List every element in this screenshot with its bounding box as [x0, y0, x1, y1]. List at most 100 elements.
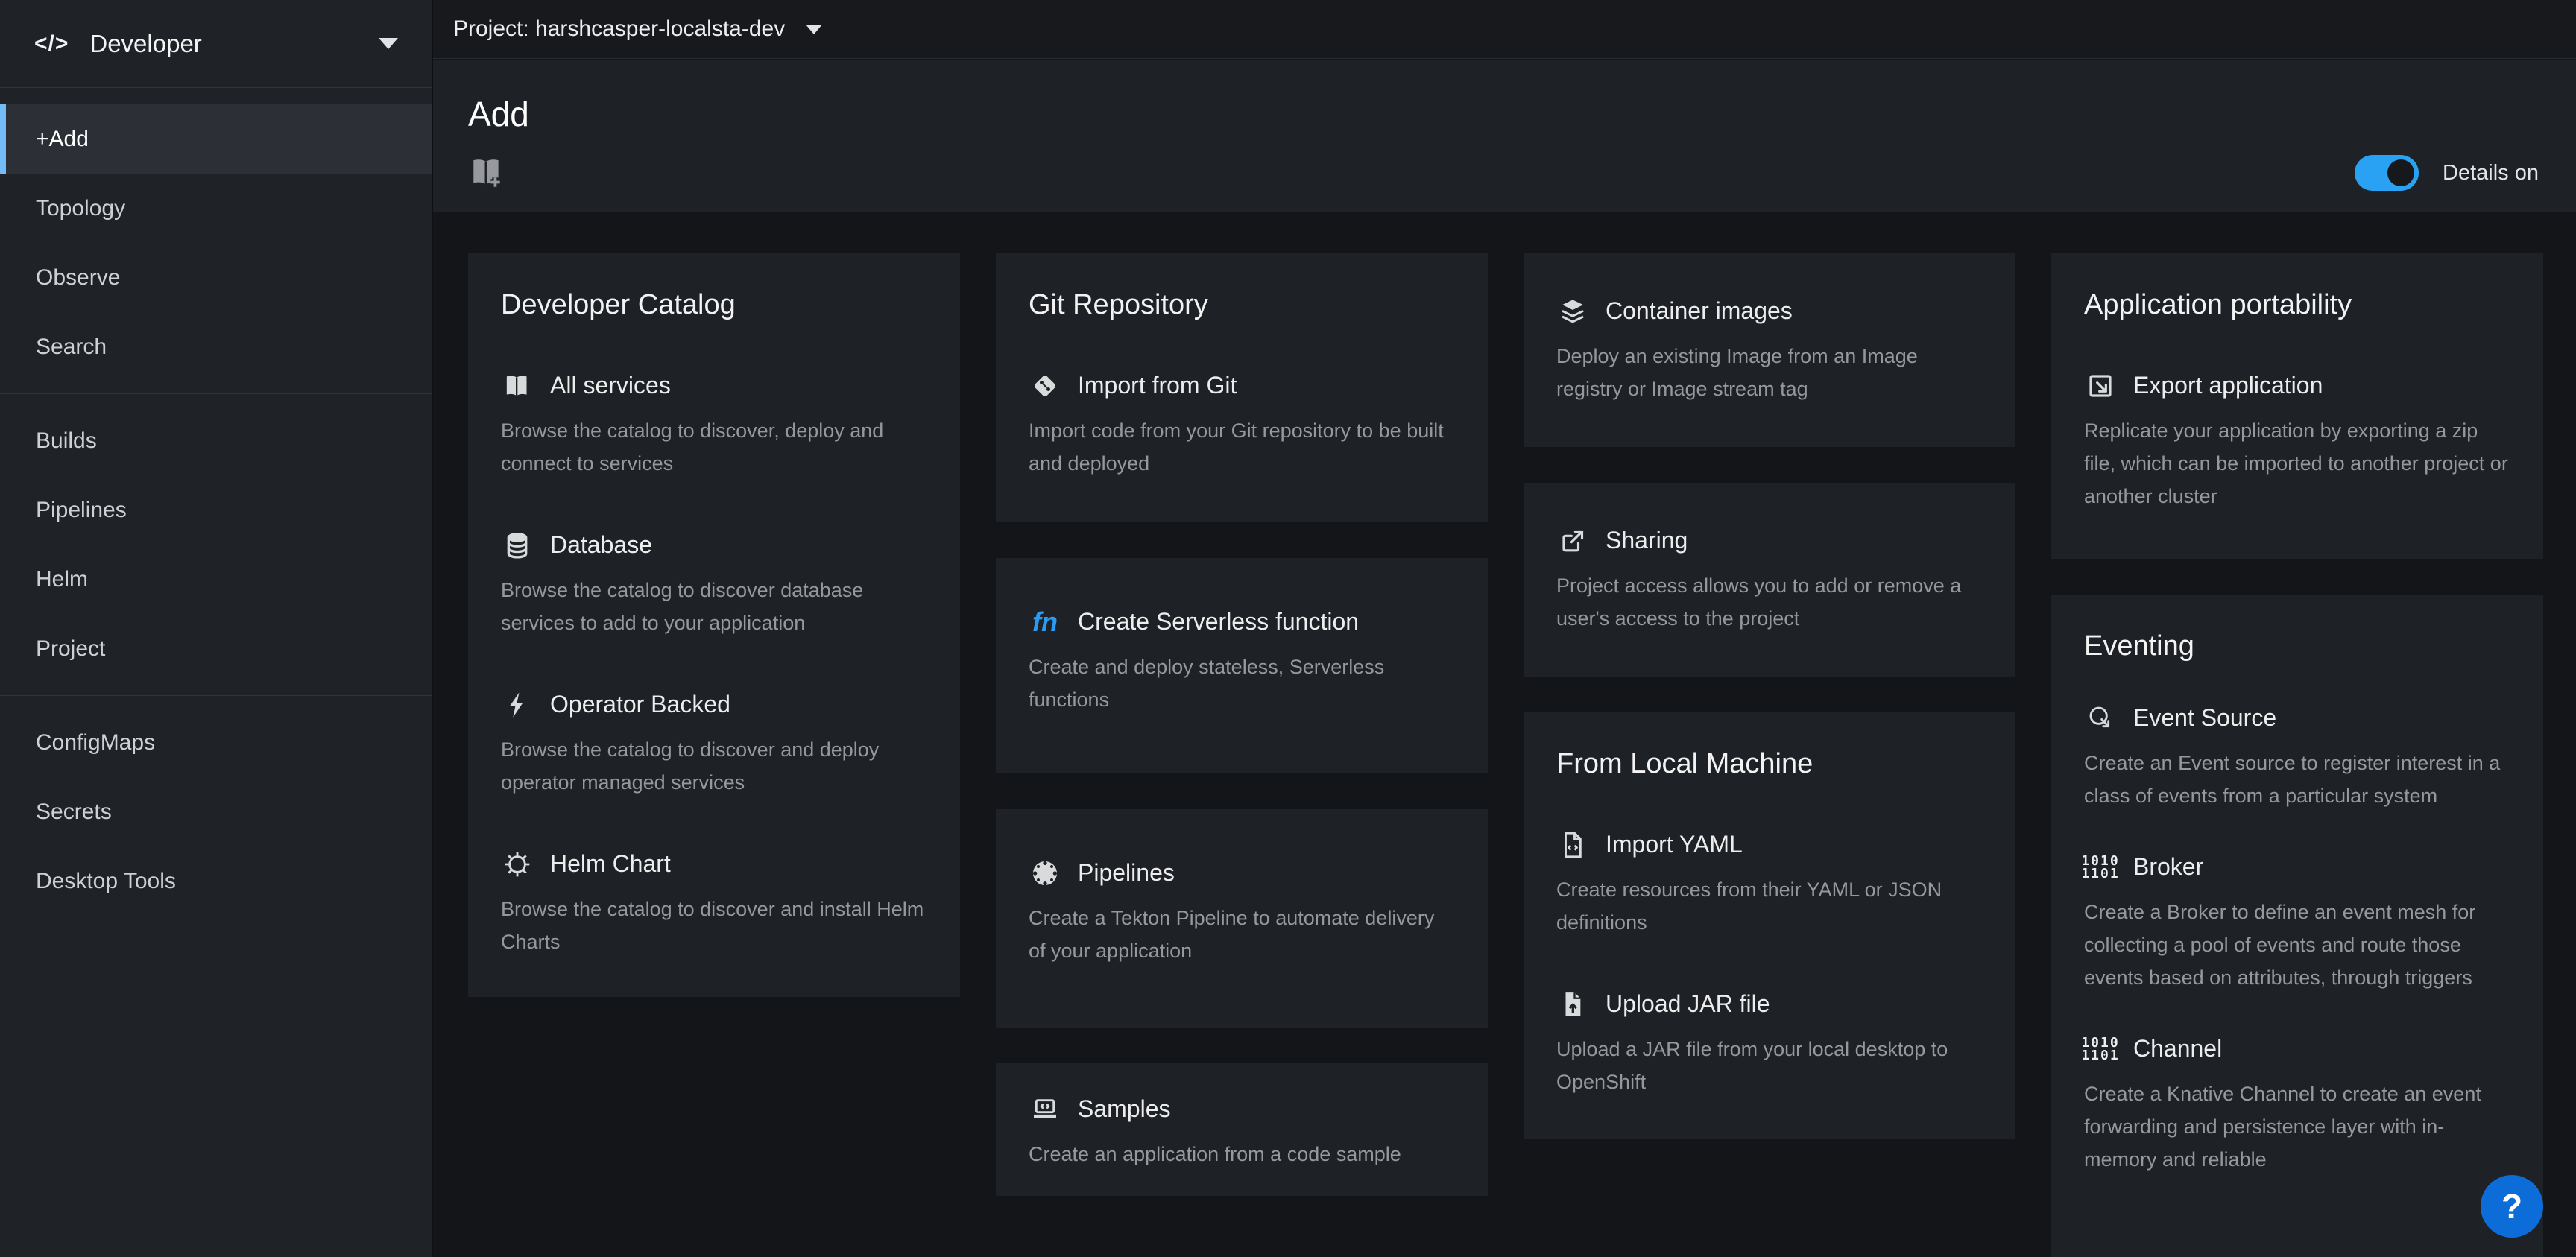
sidebar: </> Developer +Add Topology Observe Sear… — [0, 0, 433, 1257]
card-sharing: Sharing Project access allows you to add… — [1524, 483, 2015, 677]
item-title: Sharing — [1606, 528, 1688, 554]
sidebar-item-add[interactable]: +Add — [0, 104, 432, 174]
item-description: Create a Tekton Pipeline to automate del… — [1029, 902, 1455, 967]
add-item-all-services[interactable]: All services Browse the catalog to disco… — [501, 370, 927, 480]
book-plus-icon[interactable] — [468, 153, 505, 192]
item-title: Operator Backed — [550, 691, 730, 718]
item-title: Channel — [2133, 1036, 2222, 1062]
sidebar-item-topology[interactable]: Topology — [0, 174, 432, 243]
add-item-sharing[interactable]: Sharing Project access allows you to add… — [1556, 525, 1983, 635]
add-item-create-serverless-function[interactable]: fn Create Serverless function Create and… — [1029, 606, 1455, 716]
details-toggle-label: Details on — [2443, 161, 2539, 186]
sidebar-item-builds[interactable]: Builds — [0, 406, 432, 475]
project-selector-label: Project: harshcasper-localsta-dev — [453, 16, 785, 42]
container-layers-icon — [1556, 295, 1589, 328]
nav-group-divider — [0, 393, 432, 394]
page-header: Add Details on — [432, 60, 2576, 212]
add-item-samples[interactable]: Samples Create an application from a cod… — [1029, 1093, 1455, 1171]
item-title: Event Source — [2133, 705, 2276, 731]
card-from-local-machine: From Local Machine Import YAML Create re… — [1524, 712, 2015, 1139]
card-column-1: Developer Catalog All services Browse th… — [468, 253, 960, 997]
card-title: Developer Catalog — [501, 289, 927, 322]
card-column-2: Git Repository Import from Git Import co… — [996, 253, 1488, 1196]
card-eventing: Eventing Event Source Create an Event so… — [2051, 595, 2543, 1257]
help-button[interactable]: ? — [2481, 1175, 2543, 1238]
add-item-export-application[interactable]: Export application Replicate your applic… — [2084, 370, 2510, 513]
question-mark-icon: ? — [2501, 1186, 2522, 1226]
upload-file-icon — [1556, 988, 1589, 1021]
add-item-helm-chart[interactable]: Helm Chart Browse the catalog to discove… — [501, 848, 927, 958]
item-title: Import from Git — [1078, 373, 1237, 399]
sidebar-item-project[interactable]: Project — [0, 614, 432, 683]
sidebar-item-search[interactable]: Search — [0, 312, 432, 381]
git-icon — [1029, 370, 1061, 402]
item-description: Browse the catalog to discover and deplo… — [501, 733, 927, 799]
item-title: All services — [550, 373, 671, 399]
channel-binary-icon: 10101101 — [2084, 1033, 2117, 1066]
item-description: Create and deploy stateless, Serverless … — [1029, 650, 1455, 716]
add-item-import-from-git[interactable]: Import from Git Import code from your Gi… — [1029, 370, 1455, 480]
item-description: Import code from your Git repository to … — [1029, 414, 1455, 480]
item-description: Create a Knative Channel to create an ev… — [2084, 1077, 2510, 1176]
sidebar-item-observe[interactable]: Observe — [0, 243, 432, 312]
card-application-portability: Application portability Export applicati… — [2051, 253, 2543, 559]
card-title: Eventing — [2084, 630, 2510, 663]
add-item-channel[interactable]: 10101101 Channel Create a Knative Channe… — [2084, 1033, 2510, 1176]
add-item-pipelines[interactable]: Pipelines Create a Tekton Pipeline to au… — [1029, 857, 1455, 967]
chevron-down-icon — [379, 38, 398, 49]
add-item-upload-jar-file[interactable]: Upload JAR file Upload a JAR file from y… — [1556, 988, 1983, 1098]
sidebar-item-helm[interactable]: Helm — [0, 545, 432, 614]
add-item-operator-backed[interactable]: Operator Backed Browse the catalog to di… — [501, 688, 927, 799]
item-description: Browse the catalog to discover, deploy a… — [501, 414, 927, 480]
item-title: Container images — [1606, 298, 1793, 324]
masthead: Project: harshcasper-localsta-dev — [432, 0, 2576, 59]
card-column-3: Container images Deploy an existing Imag… — [1524, 253, 2015, 1139]
add-item-database[interactable]: Database Browse the catalog to discover … — [501, 529, 927, 639]
details-toggle[interactable] — [2355, 155, 2419, 191]
book-open-icon — [501, 370, 534, 402]
item-description: Create an application from a code sample — [1029, 1138, 1455, 1171]
export-icon — [2084, 370, 2117, 402]
item-description: Browse the catalog to discover database … — [501, 574, 927, 639]
sidebar-item-secrets[interactable]: Secrets — [0, 777, 432, 846]
item-description: Create an Event source to register inter… — [2084, 747, 2510, 812]
item-description: Upload a JAR file from your local deskto… — [1556, 1033, 1983, 1098]
sidebar-item-desktop-tools[interactable]: Desktop Tools — [0, 846, 432, 916]
add-item-event-source[interactable]: Event Source Create an Event source to r… — [2084, 702, 2510, 812]
card-git-repository: Git Repository Import from Git Import co… — [996, 253, 1488, 522]
item-title: Pipelines — [1078, 860, 1175, 886]
serverless-fn-icon: fn — [1029, 606, 1061, 639]
chevron-down-icon — [806, 25, 822, 34]
item-title: Helm Chart — [550, 851, 671, 877]
add-item-broker[interactable]: 10101101 Broker Create a Broker to defin… — [2084, 851, 2510, 994]
sidebar-item-pipelines[interactable]: Pipelines — [0, 475, 432, 545]
toggle-knob — [2387, 159, 2414, 186]
samples-laptop-icon — [1029, 1093, 1061, 1126]
page-title: Add — [468, 97, 529, 131]
perspective-switcher[interactable]: </> Developer — [0, 0, 432, 88]
project-selector[interactable]: Project: harshcasper-localsta-dev — [453, 16, 822, 42]
item-title: Upload JAR file — [1606, 991, 1770, 1017]
broker-binary-icon: 10101101 — [2084, 851, 2117, 884]
sidebar-item-configmaps[interactable]: ConfigMaps — [0, 708, 432, 777]
item-title: Import YAML — [1606, 832, 1743, 858]
add-item-container-images[interactable]: Container images Deploy an existing Imag… — [1556, 295, 1983, 405]
item-title: Broker — [2133, 854, 2203, 880]
item-description: Deploy an existing Image from an Image r… — [1556, 340, 1983, 405]
add-page-card-grid: Developer Catalog All services Browse th… — [432, 212, 2576, 1257]
yaml-file-icon — [1556, 829, 1589, 861]
database-icon — [501, 529, 534, 562]
card-container-images: Container images Deploy an existing Imag… — [1524, 253, 2015, 447]
lightning-bolt-icon — [501, 688, 534, 721]
item-description: Create a Broker to define an event mesh … — [2084, 896, 2510, 994]
share-icon — [1556, 525, 1589, 557]
item-title: Export application — [2133, 373, 2323, 399]
nav-group-divider — [0, 695, 432, 696]
card-pipelines: Pipelines Create a Tekton Pipeline to au… — [996, 809, 1488, 1028]
helm-wheel-icon — [501, 848, 534, 881]
add-item-import-yaml[interactable]: Import YAML Create resources from their … — [1556, 829, 1983, 939]
perspective-label: Developer — [89, 30, 358, 58]
item-title: Database — [550, 532, 652, 558]
item-description: Create resources from their YAML or JSON… — [1556, 873, 1983, 939]
item-description: Replicate your application by exporting … — [2084, 414, 2510, 513]
